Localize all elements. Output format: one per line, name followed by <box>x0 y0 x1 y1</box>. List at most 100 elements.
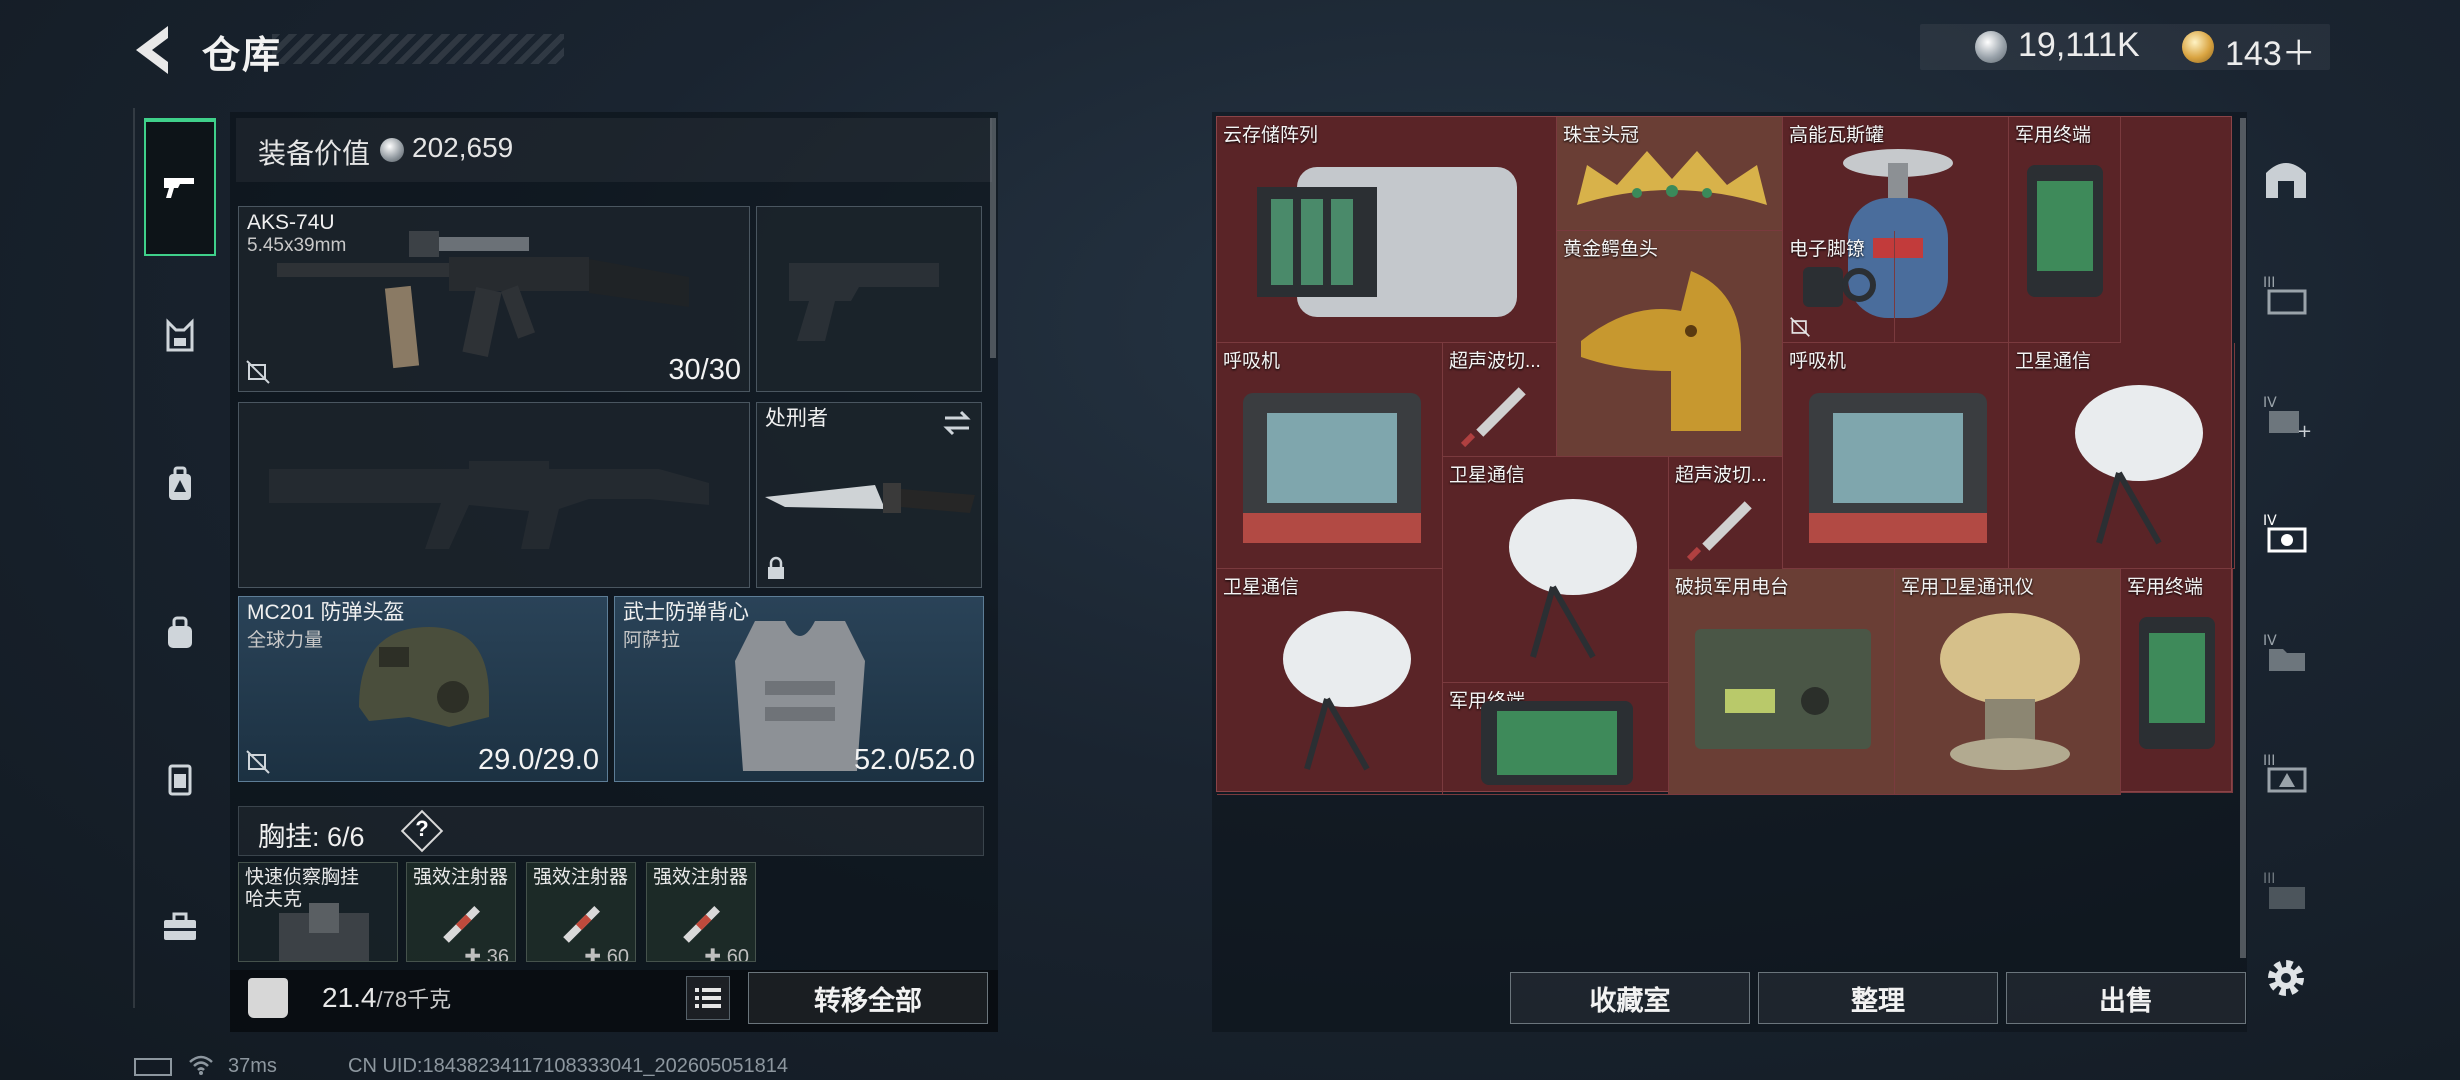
help-icon[interactable]: ? <box>414 816 430 842</box>
storage-item[interactable]: 军用终端 <box>2009 117 2121 343</box>
storage-item[interactable]: 超声波切... <box>1443 343 1557 457</box>
storage-item[interactable]: 卫星通信 <box>2009 343 2235 569</box>
carry-weight-max: /78千克 <box>376 987 452 1012</box>
equipment-scrollbar[interactable] <box>990 118 996 358</box>
item-label: 呼吸机 <box>1223 351 1281 372</box>
storage-tab-3-b[interactable]: III <box>2254 860 2318 924</box>
silver-coin-icon <box>1975 31 2007 63</box>
value-coin-icon <box>380 138 404 162</box>
chest-rig-slot[interactable]: 快速侦察胸挂 哈夫克 <box>238 862 398 962</box>
pistol-icon <box>164 178 194 198</box>
helmet-image <box>359 627 489 727</box>
rig-item-qty-value: 36 <box>486 946 509 962</box>
storage-item[interactable]: 卫星通信 <box>1217 569 1443 795</box>
primary-weapon-ammo: 5.45x39mm <box>247 235 347 256</box>
satellite-dish-image <box>1283 611 1411 771</box>
back-arrow-icon <box>136 26 168 74</box>
wifi-icon <box>189 1055 213 1075</box>
military-terminal-image <box>2139 617 2215 749</box>
swap-icon[interactable] <box>941 409 973 437</box>
gold-amount[interactable]: 143＋ <box>2225 26 2316 75</box>
transfer-all-button[interactable]: 转移全部 <box>748 972 988 1024</box>
storage-item[interactable]: 珠宝头冠 <box>1557 117 1783 231</box>
toolbox-icon <box>164 912 196 940</box>
settings-button[interactable] <box>2262 954 2310 1002</box>
storage-iii-a-icon: III <box>2263 753 2307 793</box>
storage-tab-3-a[interactable]: III <box>2254 742 2318 806</box>
melee-slot[interactable]: 处刑者 <box>756 402 982 588</box>
ultrasonic-cutter-image <box>1686 501 1752 562</box>
storage-item[interactable]: 呼吸机 <box>1217 343 1443 569</box>
svg-text:III: III <box>2263 871 2275 887</box>
storage-scrollbar[interactable] <box>2240 118 2246 958</box>
storage-tab-4-plus[interactable]: IV + <box>2254 384 2318 448</box>
lock-icon <box>768 556 784 579</box>
pistol-placeholder-icon <box>789 263 939 341</box>
rifle-placeholder-icon <box>269 461 709 549</box>
military-terminal-image <box>2027 165 2103 297</box>
battery-icon <box>134 1058 172 1076</box>
storage-item[interactable]: 电子脚镣 <box>1783 231 1895 343</box>
rail-case-tab[interactable] <box>144 742 216 814</box>
storage-tab-4-folder[interactable]: IV <box>2254 622 2318 686</box>
military-radio-image <box>1695 629 1871 749</box>
rail-backpack-tab[interactable] <box>144 448 216 520</box>
not-insured-icon <box>246 360 270 384</box>
crown-image <box>1577 151 1767 205</box>
sell-button[interactable]: 出售 <box>2006 972 2246 1024</box>
list-view-button[interactable] <box>686 976 730 1020</box>
storage-item[interactable]: 卫星通信 <box>1443 457 1669 683</box>
storage-item[interactable]: 黄金鳄鱼头 <box>1557 231 1783 457</box>
rig-item-slot[interactable]: 强效注射器 ✚ 36 <box>406 862 516 962</box>
primary-weapon-slot[interactable]: AKS-74U 5.45x39mm 30/30 <box>238 206 750 392</box>
storage-item[interactable]: 军用终端 <box>2121 569 2233 793</box>
item-label: 卫星通信 <box>1223 577 1300 598</box>
chest-rig-name: 快速侦察胸挂 <box>245 867 360 888</box>
ultrasonic-cutter-image <box>1460 387 1526 448</box>
back-button[interactable] <box>130 22 180 78</box>
pistol-slot[interactable] <box>756 206 982 392</box>
primary-weapon-ammo-count: 30/30 <box>668 354 741 386</box>
item-label: 呼吸机 <box>1789 351 1847 372</box>
chest-rig-capacity: 6/6 <box>327 822 365 852</box>
rig-item-qty: ✚ 60 <box>704 944 749 961</box>
military-terminal-image <box>1481 701 1633 785</box>
helmet-durability: 29.0/29.0 <box>478 744 599 776</box>
item-label: 电子脚镣 <box>1789 239 1866 260</box>
item-label: 军用终端 <box>2127 577 2204 598</box>
rail-pouch-tab[interactable] <box>144 596 216 668</box>
item-label: 军用卫星通讯仪 <box>1901 577 2035 598</box>
armor-slot[interactable]: 武士防弹背心 阿萨拉 52.0/52.0 <box>614 596 984 782</box>
sort-button[interactable]: 整理 <box>1758 972 1998 1024</box>
storage-item[interactable]: 呼吸机 <box>1783 343 2009 569</box>
carry-weight-current: 21.4 <box>322 982 377 1013</box>
storage-tab-4-active[interactable]: IV <box>2254 502 2318 566</box>
storage-item[interactable]: 军用卫星通讯仪 <box>1895 569 2121 795</box>
title-decoration <box>272 34 564 64</box>
storage-item[interactable]: 破损军用电台 <box>1669 569 1895 795</box>
rig-item-slot[interactable]: 强效注射器 ✚ 60 <box>526 862 636 962</box>
svg-text:III: III <box>2263 753 2275 769</box>
rail-rig-tab[interactable] <box>144 300 216 372</box>
rail-weapons-tab[interactable] <box>144 118 216 256</box>
storage-item[interactable]: 超声波切... <box>1669 457 1783 571</box>
storage-tab-3[interactable]: III <box>2254 264 2318 328</box>
item-label: 超声波切... <box>1675 465 1767 486</box>
secondary-weapon-slot[interactable] <box>238 402 750 588</box>
svg-text:IV: IV <box>2263 513 2277 529</box>
collection-room-button[interactable]: 收藏室 <box>1510 972 1750 1024</box>
gear-icon <box>2268 960 2304 996</box>
rail-toolbox-tab[interactable] <box>144 890 216 962</box>
rig-item-slot[interactable]: 强效注射器 ✚ 60 <box>646 862 756 962</box>
ventilator-image <box>1243 393 1421 543</box>
storage-item[interactable]: 军用终端 <box>1443 683 1669 795</box>
vest-image <box>735 621 865 771</box>
storage-iii-b-icon: III <box>2263 871 2305 909</box>
helmet-slot[interactable]: MC201 防弹头盔 全球力量 29.0/29.0 <box>238 596 608 782</box>
svg-text:IV: IV <box>2263 395 2277 411</box>
svg-text:IV: IV <box>2263 633 2277 649</box>
storage-home-tab[interactable] <box>2254 146 2318 210</box>
storage-item[interactable]: 云存储阵列 <box>1217 117 1557 343</box>
electronic-shackle-image <box>1803 267 1876 307</box>
satellite-communicator-image <box>1940 613 2080 770</box>
